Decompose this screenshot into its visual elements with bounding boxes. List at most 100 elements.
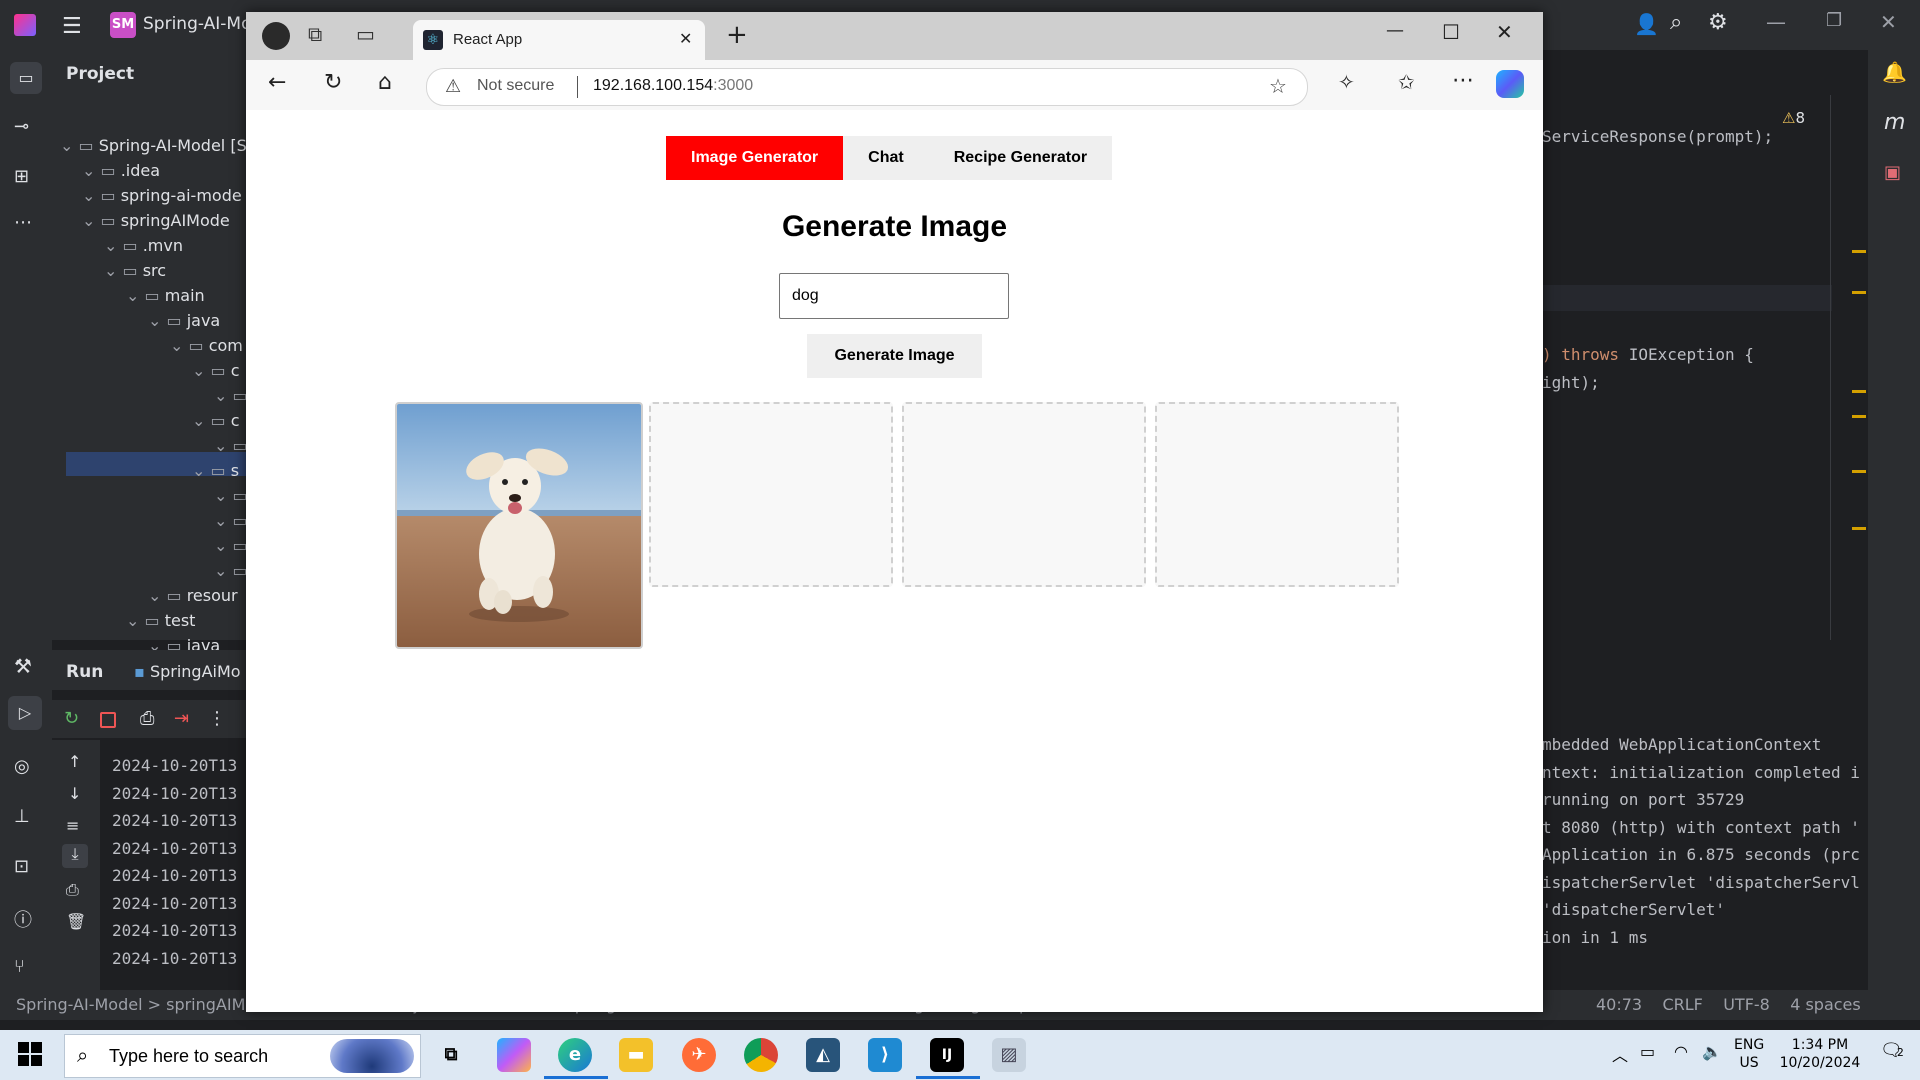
tree-item[interactable]: ⌄ ▭ c <box>192 358 240 383</box>
extensions-icon[interactable]: ✧ <box>1338 70 1355 94</box>
image-viewer-icon[interactable]: ▨ <box>992 1038 1026 1072</box>
tree-item[interactable]: ⌄ ▭ java <box>148 308 220 333</box>
run-config-tab[interactable]: ▪ SpringAiMo <box>134 662 241 681</box>
chevron-icon[interactable]: ⌄ <box>148 586 167 605</box>
tree-item[interactable]: ⌄ ▭ c <box>192 408 240 433</box>
chevron-icon[interactable]: ⌄ <box>170 336 189 355</box>
console-output-right[interactable]: mbedded WebApplicationContext ntext: init… <box>1542 735 1867 990</box>
build-tool-icon[interactable]: ⚒ <box>14 654 32 678</box>
mysql-workbench-icon[interactable]: ◭ <box>806 1038 840 1072</box>
maven-icon[interactable]: m <box>1884 110 1905 135</box>
profile-avatar[interactable] <box>262 22 290 50</box>
warning-marker[interactable] <box>1852 291 1866 294</box>
favorites-icon[interactable]: ✩ <box>1398 70 1415 94</box>
cursor-position[interactable]: 40:73 <box>1596 995 1642 1014</box>
tree-item[interactable]: ⌄ ▭ .mvn <box>104 233 183 258</box>
tree-item[interactable]: ⌄ ▭ resour <box>148 583 238 608</box>
chevron-icon[interactable]: ⌄ <box>148 311 167 330</box>
home-icon[interactable]: ⌂ <box>378 70 392 95</box>
task-view-icon[interactable]: ⧉ <box>434 1038 468 1072</box>
edge-icon[interactable]: e <box>558 1038 592 1072</box>
chevron-icon[interactable]: ⌄ <box>192 361 211 380</box>
file-explorer-icon[interactable]: ▬ <box>619 1038 653 1072</box>
chevron-icon[interactable]: ⌄ <box>214 386 233 405</box>
postman-icon[interactable]: ✈ <box>682 1038 716 1072</box>
tree-item[interactable]: ⌄ ▭ <box>214 533 248 558</box>
copilot-taskbar-icon[interactable] <box>497 1038 531 1072</box>
maximize-icon[interactable]: ☐ <box>1442 20 1460 44</box>
exit-icon[interactable]: ⇥ <box>174 708 189 729</box>
chevron-icon[interactable]: ⌄ <box>126 286 145 305</box>
rerun-icon[interactable]: ↻ <box>64 708 79 729</box>
workspaces-icon[interactable]: ⧉ <box>308 22 322 46</box>
vscode-icon[interactable]: ⟩ <box>868 1038 902 1072</box>
project-panel-title[interactable]: Project <box>66 64 134 84</box>
warning-marker[interactable] <box>1852 250 1866 253</box>
ide-close-icon[interactable]: ✕ <box>1880 10 1897 34</box>
warning-marker[interactable] <box>1852 390 1866 393</box>
warning-marker[interactable] <box>1852 415 1866 418</box>
run-tool-icon[interactable]: ▷ <box>8 696 42 730</box>
soft-wrap-icon[interactable]: ≡ <box>66 816 79 835</box>
ide-minimize-icon[interactable]: — <box>1766 10 1786 34</box>
chevron-icon[interactable]: ⌄ <box>214 536 233 555</box>
prompt-input[interactable] <box>779 273 1009 319</box>
tree-item[interactable]: ⌄ ▭ .idea <box>82 158 160 183</box>
tree-item[interactable]: ⌄ ▭ spring-ai-mode <box>82 183 242 208</box>
settings-gear-icon[interactable]: ⚙ <box>1708 10 1728 35</box>
chrome-icon[interactable] <box>744 1038 778 1072</box>
warning-icon[interactable]: ⚠ <box>445 76 461 97</box>
problems-tool-icon[interactable]: ⓘ <box>14 906 32 932</box>
tree-item[interactable]: ⌄ ▭ test <box>126 608 195 633</box>
chevron-icon[interactable]: ⌄ <box>82 161 101 180</box>
new-tab-icon[interactable]: + <box>726 20 748 50</box>
tree-item[interactable]: ⌄ ▭ com <box>170 333 243 358</box>
chevron-icon[interactable]: ⌄ <box>192 461 211 480</box>
chevron-icon[interactable]: ⌄ <box>192 411 211 430</box>
minimize-icon[interactable]: — <box>1386 20 1404 41</box>
favorite-star-icon[interactable]: ☆ <box>1269 74 1287 98</box>
tab-recipe-generator[interactable]: Recipe Generator <box>928 136 1113 180</box>
warning-marker[interactable] <box>1852 470 1866 473</box>
chevron-icon[interactable]: ⌄ <box>82 211 101 230</box>
taskbar-search[interactable]: ⌕ Type here to search <box>64 1034 421 1078</box>
console-output-left[interactable]: 2024-10-20T13 2024-10-20T13 2024-10-20T13 2… <box>100 740 247 990</box>
tray-overflow-icon[interactable]: ︿ <box>1612 1042 1628 1066</box>
tree-item[interactable]: ⌄ ▭ Spring-AI-Model [S <box>60 133 247 158</box>
notification-center-icon[interactable]: 🗨2 <box>1880 1040 1904 1061</box>
tree-item[interactable]: ⌄ ▭ s <box>192 458 239 483</box>
tab-chat[interactable]: Chat <box>843 136 929 180</box>
scroll-down-icon[interactable]: ↓ <box>68 784 81 803</box>
close-tab-icon[interactable]: ✕ <box>679 29 692 48</box>
copilot-icon[interactable] <box>1496 70 1524 98</box>
git-tool-icon[interactable]: ⑂ <box>14 956 25 977</box>
terminal-tool-icon[interactable]: ⊡ <box>14 856 29 877</box>
scroll-up-icon[interactable]: ↑ <box>68 752 81 771</box>
scroll-end-icon[interactable]: ⤓ <box>62 844 88 868</box>
chevron-icon[interactable]: ⌄ <box>60 136 79 155</box>
windows-start-icon[interactable] <box>18 1042 42 1066</box>
tree-item[interactable]: ⌄ ▭ main <box>126 283 205 308</box>
print-icon[interactable]: ⎙ <box>66 880 79 900</box>
chevron-icon[interactable]: ⌄ <box>214 511 233 530</box>
notifications-icon[interactable]: 🔔 <box>1882 60 1907 84</box>
chevron-icon[interactable]: ⌄ <box>214 436 233 455</box>
chevron-icon[interactable]: ⌄ <box>104 261 123 280</box>
tree-item[interactable]: ⌄ ▭ <box>214 433 248 458</box>
chevron-icon[interactable]: ⌄ <box>126 611 145 630</box>
warning-count[interactable]: ⚠8 <box>1782 109 1805 127</box>
intellij-logo-icon[interactable] <box>14 14 36 36</box>
address-bar[interactable]: ⚠ Not secure 192.168.100.154:3000 ☆ <box>426 68 1308 106</box>
camera-icon[interactable]: ⎙ <box>140 708 154 729</box>
line-ending[interactable]: CRLF <box>1662 995 1702 1014</box>
browser-tab-react-app[interactable]: ⚛ React App ✕ <box>413 20 705 60</box>
intellij-taskbar-icon[interactable]: IJ <box>930 1038 964 1072</box>
volume-icon[interactable]: 🔈 <box>1702 1042 1722 1061</box>
tree-item[interactable]: ⌄ ▭ src <box>104 258 166 283</box>
warning-marker[interactable] <box>1852 527 1866 530</box>
tree-item[interactable]: ⌄ ▭ springAIMode <box>82 208 230 233</box>
browser-menu-icon[interactable]: ⋯ <box>1452 68 1474 93</box>
trash-icon[interactable]: 🗑 <box>66 912 86 931</box>
stop-icon[interactable] <box>100 712 116 728</box>
project-tool-icon[interactable]: ▭ <box>10 62 42 94</box>
